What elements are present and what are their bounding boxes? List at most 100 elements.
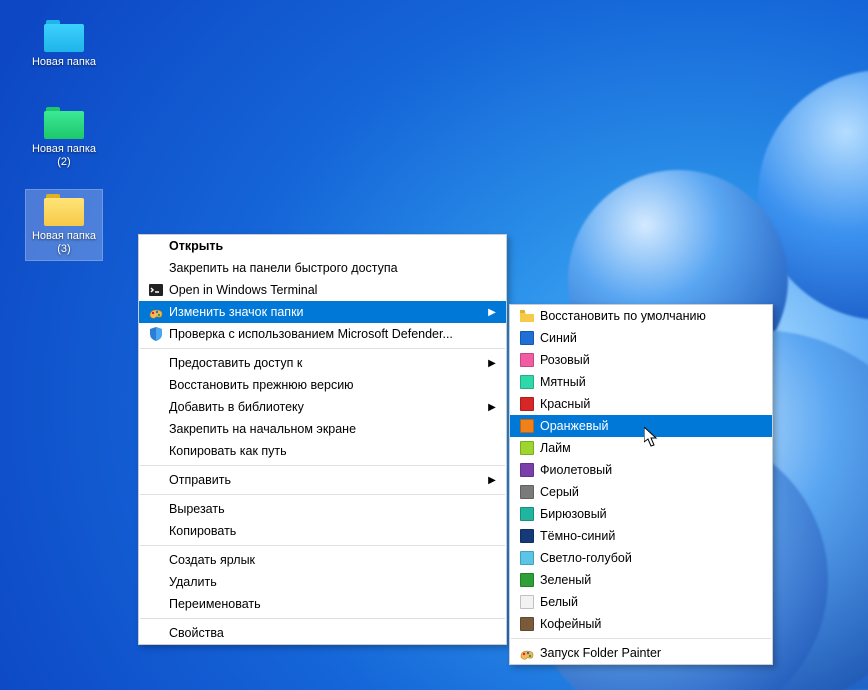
context_menu-item-12[interactable]: Отправить▶ [139, 469, 506, 491]
color-swatch-icon [516, 529, 538, 543]
context_menu-item-7[interactable]: Восстановить прежнюю версию [139, 374, 506, 396]
terminal-icon [148, 282, 164, 298]
color-swatch-icon [516, 441, 538, 455]
menu-label: Серый [538, 485, 764, 499]
folder-icon [44, 20, 84, 52]
separator [140, 348, 505, 349]
menu-label: Вырезать [167, 502, 498, 516]
submenu-item-7[interactable]: Фиолетовый [510, 459, 772, 481]
submenu-item-3[interactable]: Мятный [510, 371, 772, 393]
submenu-item-9[interactable]: Бирюзовый [510, 503, 772, 525]
menu-label: Закрепить на начальном экране [167, 422, 498, 436]
submenu-item-4[interactable]: Красный [510, 393, 772, 415]
submenu-item-16[interactable]: Запуск Folder Painter [510, 642, 772, 664]
desktop-folder-2[interactable]: Новая папка (3) [26, 190, 102, 260]
desktop[interactable]: Новая папка Новая папка (2) Новая папка (3… [0, 0, 868, 690]
context_menu-item-17[interactable]: Создать ярлык [139, 549, 506, 571]
menu-label: Тёмно-синий [538, 529, 764, 543]
color-swatch-icon [516, 397, 538, 411]
color-swatch-icon [516, 419, 538, 433]
menu-label: Восстановить по умолчанию [538, 309, 764, 323]
color-swatch-icon [516, 375, 538, 389]
folder-label: Новая папка [28, 56, 100, 69]
submenu-item-12[interactable]: Зеленый [510, 569, 772, 591]
menu-label: Свойства [167, 626, 498, 640]
context_menu-item-18[interactable]: Удалить [139, 571, 506, 593]
desktop-folder-1[interactable]: Новая папка (2) [26, 103, 102, 173]
chevron-right-icon: ▶ [486, 402, 498, 413]
context_menu-item-4[interactable]: Проверка с использованием Microsoft Defe… [139, 323, 506, 345]
folder-default-icon [519, 309, 535, 323]
context_menu-item-0[interactable]: Открыть [139, 235, 506, 257]
chevron-right-icon: ▶ [486, 307, 498, 318]
submenu-item-14[interactable]: Кофейный [510, 613, 772, 635]
menu-label: Добавить в библиотеку [167, 400, 486, 414]
color-swatch-icon [516, 595, 538, 609]
submenu-item-8[interactable]: Серый [510, 481, 772, 503]
context_menu-item-10[interactable]: Копировать как путь [139, 440, 506, 462]
color-swatch-icon [516, 573, 538, 587]
menu-label: Кофейный [538, 617, 764, 631]
menu-label: Open in Windows Terminal [167, 283, 498, 297]
chevron-right-icon: ▶ [486, 475, 498, 486]
chevron-right-icon: ▶ [486, 358, 498, 369]
color-swatch-icon [516, 507, 538, 521]
color-swatch-icon [516, 617, 538, 631]
folder-icon [44, 107, 84, 139]
separator [140, 494, 505, 495]
menu-label: Фиолетовый [538, 463, 764, 477]
context_menu-item-2[interactable]: Open in Windows Terminal [139, 279, 506, 301]
folder-icon [44, 194, 84, 226]
menu-label: Бирюзовый [538, 507, 764, 521]
separator [140, 618, 505, 619]
terminal-icon [145, 282, 167, 298]
context_menu-item-8[interactable]: Добавить в библиотеку▶ [139, 396, 506, 418]
desktop-folder-0[interactable]: Новая папка [26, 16, 102, 73]
cursor-icon [644, 427, 658, 447]
menu-label: Зеленый [538, 573, 764, 587]
context_menu-item-6[interactable]: Предоставить доступ к▶ [139, 352, 506, 374]
menu-label: Открыть [167, 239, 498, 253]
submenu-item-11[interactable]: Светло-голубой [510, 547, 772, 569]
submenu-item-6[interactable]: Лайм [510, 437, 772, 459]
separator [140, 465, 505, 466]
context_menu-item-9[interactable]: Закрепить на начальном экране [139, 418, 506, 440]
separator [511, 638, 771, 639]
submenu-item-2[interactable]: Розовый [510, 349, 772, 371]
context-menu: Открыть Закрепить на панели быстрого дост… [138, 234, 507, 645]
color-swatch-icon [516, 463, 538, 477]
context_menu-item-1[interactable]: Закрепить на панели быстрого доступа [139, 257, 506, 279]
context_menu-item-15[interactable]: Копировать [139, 520, 506, 542]
color-swatch-icon [516, 551, 538, 565]
submenu-item-5[interactable]: Оранжевый [510, 415, 772, 437]
folder-label: Новая папка (2) [28, 143, 100, 169]
menu-label: Закрепить на панели быстрого доступа [167, 261, 498, 275]
menu-label: Удалить [167, 575, 498, 589]
menu-label: Розовый [538, 353, 764, 367]
menu-label: Изменить значок папки [167, 305, 486, 319]
context_menu-item-3[interactable]: Изменить значок папки▶ [139, 301, 506, 323]
submenu-item-13[interactable]: Белый [510, 591, 772, 613]
context_menu-item-14[interactable]: Вырезать [139, 498, 506, 520]
context_menu-item-19[interactable]: Переименовать [139, 593, 506, 615]
color-submenu: Восстановить по умолчанию Синий Розовый Мят… [509, 304, 773, 665]
menu-label: Светло-голубой [538, 551, 764, 565]
defender-icon [145, 326, 167, 342]
menu-label: Копировать [167, 524, 498, 538]
context_menu-item-21[interactable]: Свойства [139, 622, 506, 644]
submenu-item-0[interactable]: Восстановить по умолчанию [510, 305, 772, 327]
painter-icon [519, 645, 535, 661]
menu-label: Запуск Folder Painter [538, 646, 764, 660]
submenu-item-1[interactable]: Синий [510, 327, 772, 349]
painter-icon [145, 304, 167, 320]
folder-default-icon [516, 309, 538, 323]
submenu-item-10[interactable]: Тёмно-синий [510, 525, 772, 547]
menu-label: Переименовать [167, 597, 498, 611]
menu-label: Красный [538, 397, 764, 411]
menu-label: Белый [538, 595, 764, 609]
separator [140, 545, 505, 546]
menu-label: Предоставить доступ к [167, 356, 486, 370]
menu-label: Восстановить прежнюю версию [167, 378, 498, 392]
menu-label: Синий [538, 331, 764, 345]
menu-label: Проверка с использованием Microsoft Defe… [167, 327, 498, 341]
